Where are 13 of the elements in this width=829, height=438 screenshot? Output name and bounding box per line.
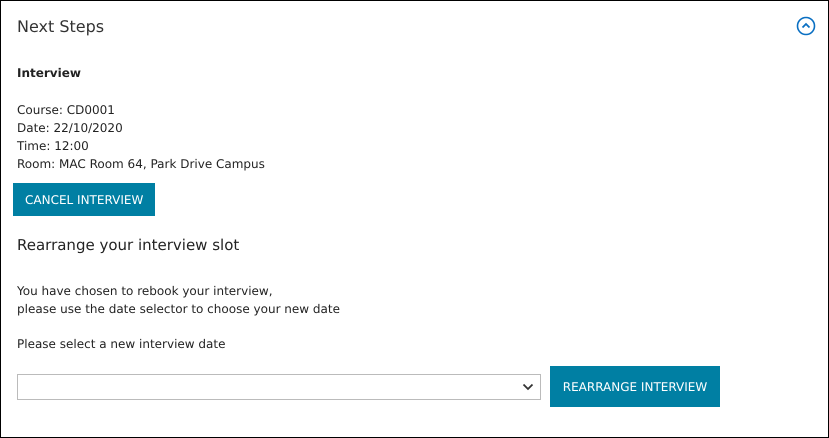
chevron-down-icon (522, 382, 534, 390)
field-label: Please select a new interview date (17, 337, 226, 351)
detail-text: Room: MAC Room 64, Park Drive Campus (17, 156, 266, 173)
section-heading: Interview (17, 66, 82, 80)
detail-text: Course: CD0001 (17, 102, 116, 119)
detail-text: Time: 12:00 (17, 138, 90, 155)
instruction-text: You have chosen to rebook your interview, please use the date selector to choose your new date (17, 283, 341, 318)
cancel-button[interactable]: CANCEL INTERVIEW (13, 183, 156, 216)
detail-text: Date: 22/10/2020 (17, 120, 124, 137)
rearrange-button[interactable]: REARRANGE INTERVIEW (550, 366, 720, 407)
section-heading: Rearrange your interview slot (17, 236, 240, 254)
collapse-icon[interactable] (796, 16, 816, 36)
panel-title: Next Steps (17, 16, 104, 36)
